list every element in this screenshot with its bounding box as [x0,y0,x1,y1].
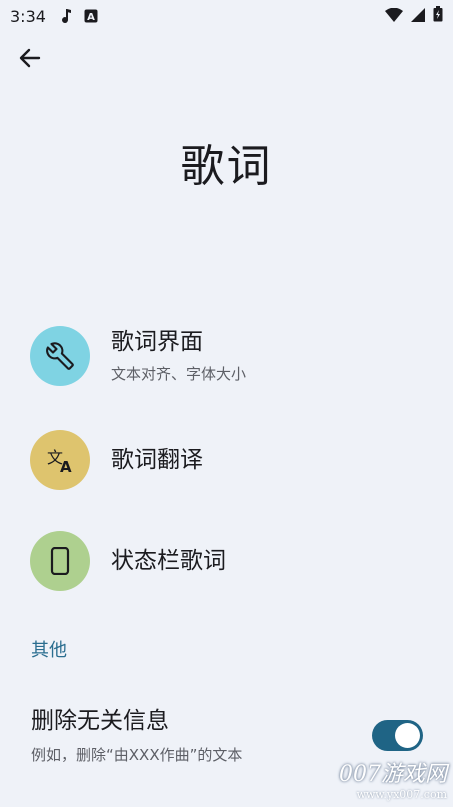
phone-icon [30,531,90,591]
cell-signal-icon [411,7,425,26]
toggle-switch[interactable] [372,720,423,751]
menu-item-text: 歌词界面 文本对齐、字体大小 [111,327,246,385]
section-header-other: 其他 [31,640,67,661]
menu-item-status-bar-lyrics[interactable]: 状态栏歌词 [0,513,453,609]
menu-item-lyrics-translation[interactable]: 文 A 歌词翻译 [0,412,453,508]
menu-item-lyrics-interface[interactable]: 歌词界面 文本对齐、字体大小 [0,308,453,404]
page-title: 歌词 [180,141,273,192]
svg-text:A: A [60,458,72,475]
svg-text:A: A [87,12,95,23]
status-time: 3:34 [10,6,46,26]
menu-item-subtitle: 文本对齐、字体大小 [111,365,247,383]
toggle-thumb [395,723,420,748]
menu-item-title: 歌词界面 [111,329,203,355]
a-badge-icon: A [84,9,98,23]
menu-item-text: 歌词翻译 [111,445,203,475]
wifi-icon [385,7,403,26]
menu-item-title: 歌词翻译 [111,447,203,473]
arrow-left-icon [19,47,41,73]
watermark-url: www.yx007.com [356,788,447,801]
wrench-icon [30,326,90,386]
setting-subtitle: 例如，删除“由XXX作曲”的文本 [31,746,243,764]
menu-item-title: 状态栏歌词 [111,548,226,574]
battery-icon [433,6,443,26]
music-note-icon [60,8,72,24]
back-button[interactable] [12,42,48,78]
translate-icon: 文 A [30,430,90,490]
menu-item-text: 状态栏歌词 [111,546,226,576]
watermark-logo: 007游戏网 [339,762,447,787]
setting-title: 删除无关信息 [31,708,169,734]
status-bar: 3:34 A [0,0,453,32]
watermark: 007游戏网 www.yx007.com [339,756,447,801]
